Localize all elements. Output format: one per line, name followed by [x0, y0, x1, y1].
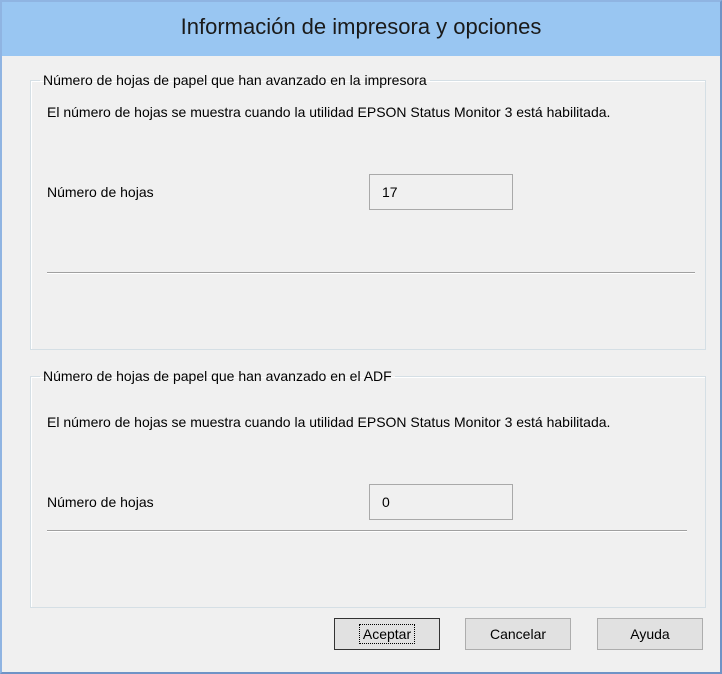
- adf-group-legend: Número de hojas de papel que han avanzad…: [43, 368, 392, 384]
- cancel-button[interactable]: Cancelar: [465, 618, 571, 650]
- accept-button-label: Aceptar: [358, 624, 416, 644]
- adf-sheets-group: Número de hojas de papel que han avanzad…: [30, 368, 706, 608]
- accept-button[interactable]: Aceptar: [334, 618, 440, 650]
- adf-sheet-count-field: 0: [369, 484, 513, 520]
- printer-sheet-count-label: Número de hojas: [47, 184, 154, 200]
- printer-group-separator: [47, 272, 695, 274]
- help-button[interactable]: Ayuda: [597, 618, 703, 650]
- adf-group-description: El número de hojas se muestra cuando la …: [47, 414, 611, 430]
- window-title: Información de impresora y opciones: [180, 14, 542, 39]
- printer-sheets-group: Número de hojas de papel que han avanzad…: [30, 72, 706, 350]
- adf-sheet-count-label: Número de hojas: [47, 494, 154, 510]
- printer-group-legend: Número de hojas de papel que han avanzad…: [43, 72, 427, 88]
- printer-sheet-count-field: 17: [369, 174, 513, 210]
- printer-group-description: El número de hojas se muestra cuando la …: [47, 104, 611, 120]
- adf-group-separator: [47, 530, 687, 532]
- title-bar[interactable]: Información de impresora y opciones: [2, 2, 720, 56]
